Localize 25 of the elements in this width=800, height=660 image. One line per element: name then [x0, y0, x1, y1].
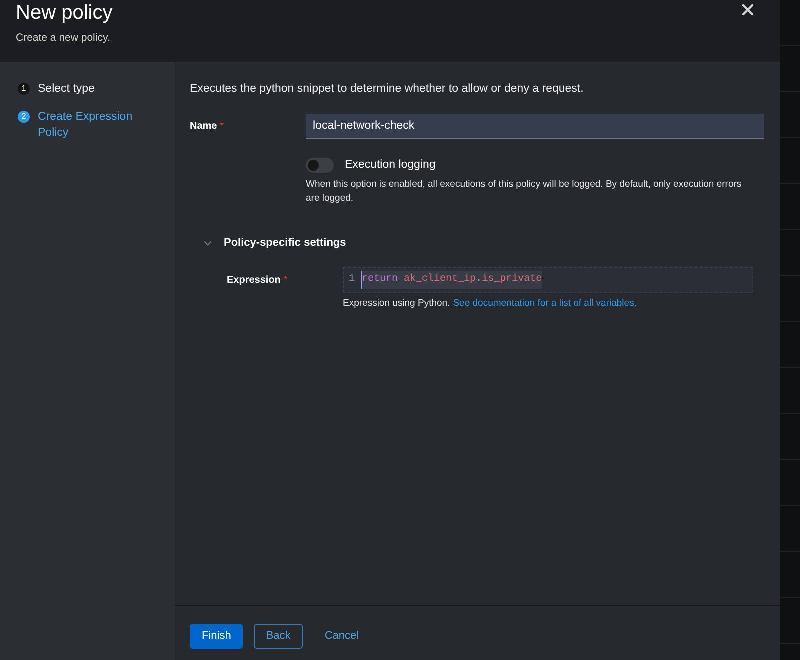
- toggle-switch[interactable]: [306, 158, 334, 172]
- required-mark: *: [284, 274, 288, 288]
- cancel-link[interactable]: Cancel: [314, 624, 370, 649]
- line-number: 1: [349, 273, 356, 287]
- close-icon: [742, 4, 754, 16]
- documentation-link[interactable]: See documentation for a list of all variables.: [453, 298, 637, 309]
- helper-text: Expression using Python. See documentation for a list of all variables.: [343, 297, 637, 311]
- finish-button[interactable]: Finish: [190, 624, 244, 649]
- wizard-step[interactable]: 2 Create Expression Policy: [18, 109, 148, 141]
- section-toggle[interactable]: Policy-specific settings: [204, 235, 346, 251]
- name-input[interactable]: local-network-check: [306, 114, 764, 139]
- close-button[interactable]: [742, 4, 754, 16]
- description-text: Executes the python snippet to determine whether to allow or deny a request.: [190, 82, 584, 97]
- toggle-label: Execution logging: [345, 158, 436, 173]
- code-editor[interactable]: 1 return ak_client_ip.is_private: [343, 267, 753, 293]
- required-mark: *: [220, 120, 224, 134]
- step-number: 2: [18, 111, 30, 123]
- dialog-subtitle: Create a new policy.: [16, 31, 110, 45]
- helper-text: When this option is enabled, all executions of this policy will be logged. By default, only execution errors are logged.: [306, 178, 743, 206]
- dialog-title: New policy: [16, 1, 113, 25]
- field-label: Expression: [227, 274, 281, 288]
- step-number: 1: [18, 83, 30, 95]
- field-label: Name: [190, 120, 218, 134]
- back-button[interactable]: Back: [254, 624, 303, 649]
- wizard-step[interactable]: 1 Select type: [18, 81, 148, 97]
